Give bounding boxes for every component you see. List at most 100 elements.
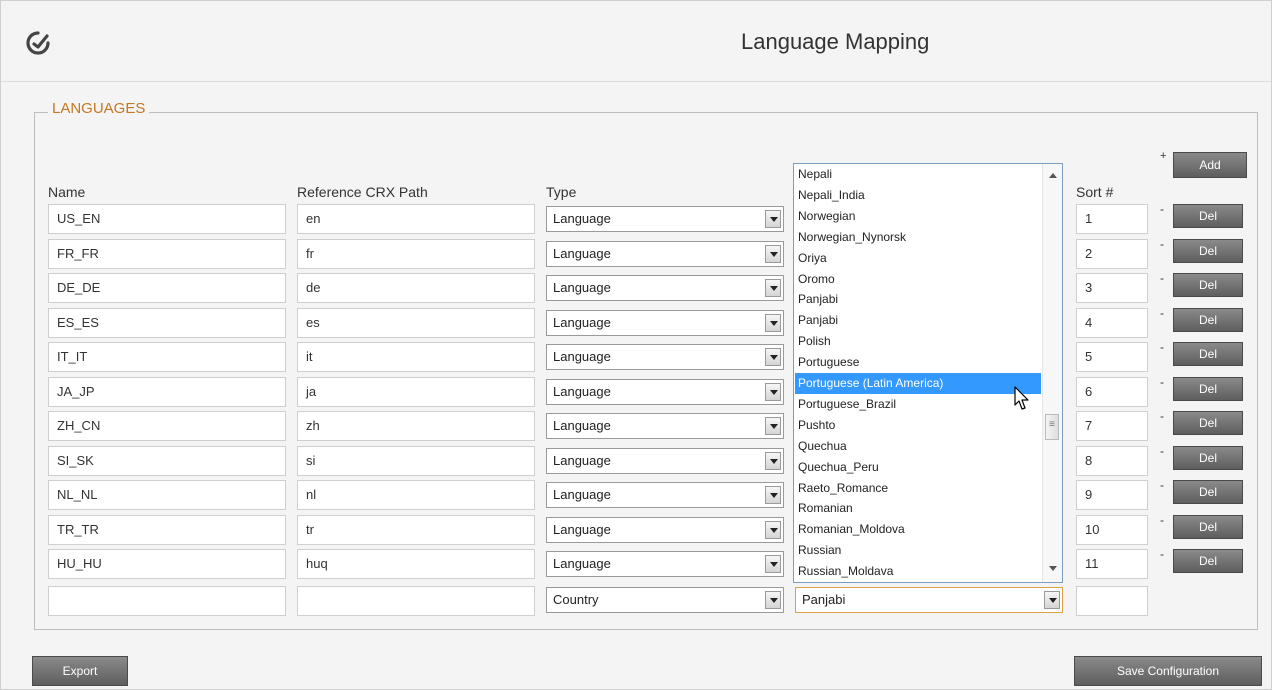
name-input[interactable]: ES_ES bbox=[48, 307, 286, 338]
new-language-select[interactable]: Panjabi bbox=[795, 587, 1063, 613]
dropdown-scrollbar[interactable] bbox=[1042, 164, 1062, 582]
sort-input[interactable]: 4 bbox=[1076, 307, 1148, 338]
chevron-down-icon[interactable] bbox=[765, 520, 781, 539]
export-button[interactable]: Export bbox=[32, 656, 128, 686]
dropdown-option[interactable]: Panjabi bbox=[798, 313, 838, 327]
sort-input[interactable]: 7 bbox=[1076, 411, 1148, 441]
type-select[interactable]: Language bbox=[546, 447, 784, 474]
name-input[interactable]: HU_HU bbox=[48, 549, 286, 579]
name-input[interactable]: FR_FR bbox=[48, 238, 286, 269]
delete-button[interactable]: Del bbox=[1173, 480, 1243, 504]
new-sort-input[interactable] bbox=[1076, 586, 1148, 616]
dropdown-option[interactable]: Norwegian bbox=[798, 209, 855, 223]
sort-input[interactable]: 10 bbox=[1076, 514, 1148, 545]
path-input[interactable]: ja bbox=[297, 376, 535, 407]
delete-button[interactable]: Del bbox=[1173, 411, 1243, 435]
type-select[interactable]: Language bbox=[546, 516, 784, 543]
dropdown-option[interactable]: Polish bbox=[798, 334, 831, 348]
type-select[interactable]: Language bbox=[546, 482, 784, 508]
sort-input[interactable]: 3 bbox=[1076, 273, 1148, 303]
chevron-down-icon[interactable] bbox=[765, 244, 781, 263]
name-input[interactable]: TR_TR bbox=[48, 514, 286, 545]
add-button[interactable]: Add bbox=[1173, 152, 1247, 178]
dropdown-option[interactable]: Romanian bbox=[798, 501, 853, 515]
dropdown-option[interactable]: Portuguese_Brazil bbox=[798, 397, 896, 411]
chevron-down-icon[interactable] bbox=[765, 382, 781, 401]
delete-button[interactable]: Del bbox=[1173, 273, 1243, 297]
language-dropdown-list[interactable]: Nepali Nepali_India Norwegian Norwegian_Nyn… bbox=[793, 163, 1063, 583]
delete-button[interactable]: Del bbox=[1173, 376, 1243, 401]
dropdown-option[interactable]: Russian_Moldava bbox=[798, 564, 893, 578]
chevron-down-icon[interactable] bbox=[765, 279, 781, 297]
dropdown-option[interactable]: Russian bbox=[798, 543, 841, 557]
type-select[interactable]: Language bbox=[546, 378, 784, 405]
chevron-down-icon[interactable] bbox=[765, 486, 781, 504]
sort-input[interactable]: 1 bbox=[1076, 204, 1148, 234]
name-input[interactable]: US_EN bbox=[48, 204, 286, 234]
sort-input[interactable]: 6 bbox=[1076, 376, 1148, 407]
chevron-down-icon[interactable] bbox=[765, 348, 781, 366]
dropdown-option[interactable]: Portuguese (Latin America) bbox=[798, 376, 943, 390]
type-select[interactable]: Language bbox=[546, 275, 784, 301]
sort-input[interactable]: 11 bbox=[1076, 549, 1148, 579]
path-input[interactable]: de bbox=[297, 273, 535, 303]
dropdown-option[interactable]: Romanian_Moldova bbox=[798, 522, 905, 536]
delete-button[interactable]: Del bbox=[1173, 204, 1243, 228]
name-input[interactable]: SI_SK bbox=[48, 445, 286, 476]
path-input[interactable]: huq bbox=[297, 549, 535, 579]
type-select[interactable]: Language bbox=[546, 413, 784, 439]
new-path-input[interactable] bbox=[297, 586, 535, 616]
name-input[interactable]: IT_IT bbox=[48, 342, 286, 372]
delete-button[interactable]: Del bbox=[1173, 549, 1243, 573]
dropdown-option[interactable]: Oriya bbox=[798, 251, 827, 265]
chevron-down-icon[interactable] bbox=[765, 591, 781, 609]
scroll-thumb[interactable] bbox=[1045, 414, 1059, 440]
dropdown-option[interactable]: Oromo bbox=[798, 272, 835, 286]
name-input[interactable]: DE_DE bbox=[48, 273, 286, 303]
sort-input[interactable]: 8 bbox=[1076, 445, 1148, 476]
path-input[interactable]: en bbox=[297, 204, 535, 234]
dropdown-option[interactable]: Norwegian_Nynorsk bbox=[798, 230, 906, 244]
chevron-down-icon[interactable] bbox=[765, 210, 781, 228]
dropdown-option[interactable]: Panjabi bbox=[798, 292, 838, 306]
new-name-input[interactable] bbox=[48, 586, 286, 616]
save-configuration-button[interactable]: Save Configuration bbox=[1074, 656, 1262, 686]
dropdown-option[interactable]: Quechua bbox=[798, 439, 847, 453]
dropdown-option[interactable]: Portuguese bbox=[798, 355, 859, 369]
path-input[interactable]: fr bbox=[297, 238, 535, 269]
name-input[interactable]: ZH_CN bbox=[48, 411, 286, 441]
type-select[interactable]: Language bbox=[546, 344, 784, 370]
delete-button[interactable]: Del bbox=[1173, 342, 1243, 366]
path-input[interactable]: es bbox=[297, 307, 535, 338]
name-input[interactable]: NL_NL bbox=[48, 480, 286, 510]
dropdown-option[interactable]: Raeto_Romance bbox=[798, 481, 888, 495]
path-input[interactable]: it bbox=[297, 342, 535, 372]
delete-button[interactable]: Del bbox=[1173, 445, 1243, 470]
sort-input[interactable]: 9 bbox=[1076, 480, 1148, 510]
type-select[interactable]: Language bbox=[546, 309, 784, 336]
path-input[interactable]: si bbox=[297, 445, 535, 476]
new-type-select[interactable]: Country bbox=[546, 587, 784, 613]
delete-button[interactable]: Del bbox=[1173, 514, 1243, 539]
chevron-down-icon[interactable] bbox=[765, 313, 781, 332]
type-select[interactable]: Language bbox=[546, 240, 784, 267]
dropdown-option[interactable]: Pushto bbox=[798, 418, 835, 432]
chevron-down-icon[interactable] bbox=[765, 451, 781, 470]
path-input[interactable]: tr bbox=[297, 514, 535, 545]
path-input[interactable]: nl bbox=[297, 480, 535, 510]
chevron-down-icon[interactable] bbox=[765, 417, 781, 435]
dropdown-option[interactable]: Quechua_Peru bbox=[798, 460, 879, 474]
delete-button[interactable]: Del bbox=[1173, 238, 1243, 263]
delete-button[interactable]: Del bbox=[1173, 307, 1243, 332]
scroll-up-icon[interactable] bbox=[1049, 173, 1057, 178]
sort-input[interactable]: 2 bbox=[1076, 238, 1148, 269]
dropdown-option[interactable]: Nepali_India bbox=[798, 188, 865, 202]
scroll-down-icon[interactable] bbox=[1049, 566, 1057, 571]
type-select[interactable]: Language bbox=[546, 206, 784, 232]
dropdown-option[interactable]: Nepali bbox=[798, 167, 832, 181]
type-select[interactable]: Language bbox=[546, 551, 784, 577]
name-input[interactable]: JA_JP bbox=[48, 376, 286, 407]
sort-input[interactable]: 5 bbox=[1076, 342, 1148, 372]
chevron-down-icon[interactable] bbox=[765, 555, 781, 573]
path-input[interactable]: zh bbox=[297, 411, 535, 441]
